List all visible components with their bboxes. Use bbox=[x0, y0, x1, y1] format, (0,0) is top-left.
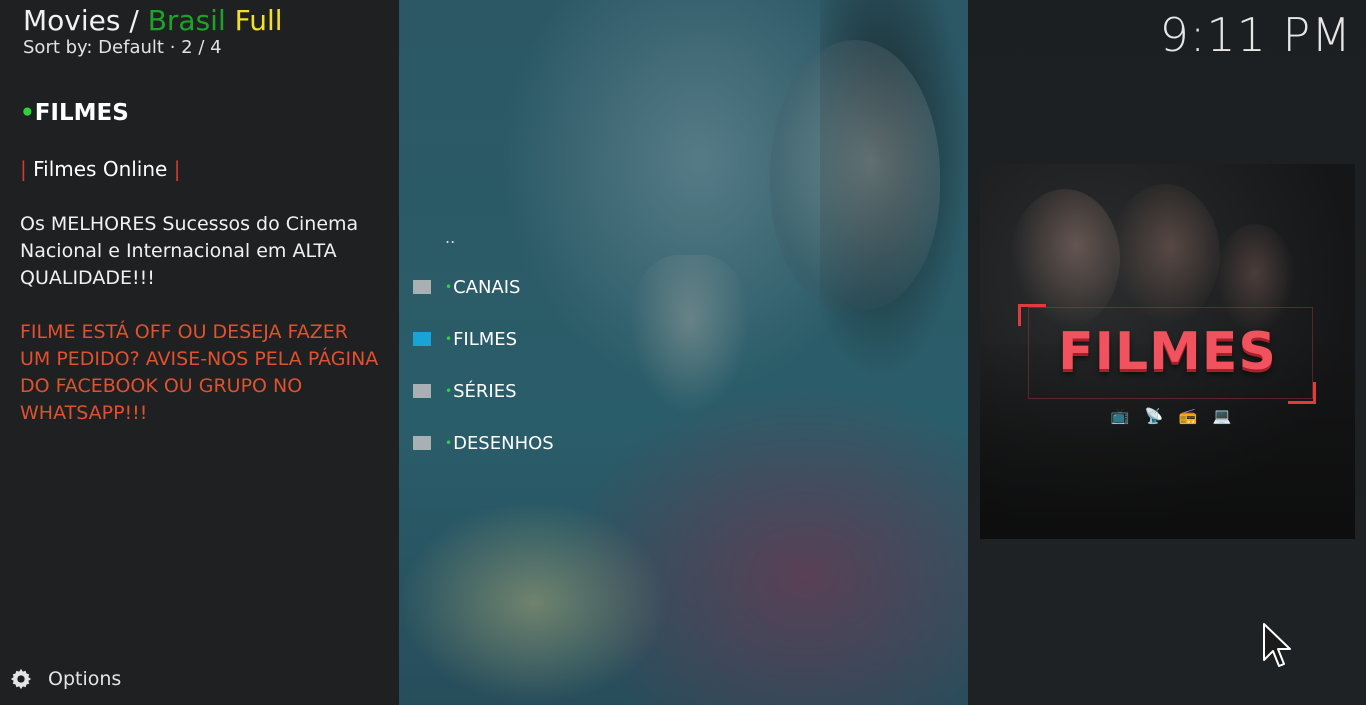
folder-icon bbox=[413, 384, 431, 398]
folder-icon bbox=[413, 332, 431, 346]
info-title: •FILMES bbox=[20, 100, 129, 126]
sort-label: Sort by: Default bbox=[23, 37, 164, 58]
poster-icons: 📺 📡 📻 💻 bbox=[1108, 407, 1234, 425]
breadcrumb-addon-brasil: Brasil bbox=[147, 4, 226, 37]
sort-status: Sort by: Default · 2 / 4 bbox=[23, 37, 222, 58]
bullet: • bbox=[20, 100, 35, 126]
poster-corner bbox=[1288, 382, 1316, 404]
list-item-label: CANAIS bbox=[453, 276, 521, 298]
laptop-icon: 💻 bbox=[1212, 407, 1232, 425]
tv-icon: 📺 bbox=[1110, 407, 1130, 425]
list-item-canais[interactable]: • CANAIS bbox=[413, 270, 520, 304]
gear-icon bbox=[10, 668, 32, 690]
poster-decoration bbox=[1110, 184, 1220, 324]
info-warning: FILME ESTÁ OFF OU DESEJA FAZER UM PEDIDO… bbox=[20, 321, 379, 424]
folder-icon bbox=[413, 436, 431, 450]
parent-folder-item[interactable]: .. bbox=[445, 228, 455, 247]
radio-icon: 📻 bbox=[1178, 407, 1198, 425]
bullet: • bbox=[445, 332, 453, 346]
info-description: Os MELHORES Sucessos do Cinema Nacional … bbox=[20, 213, 359, 289]
breadcrumb-addon-full: Full bbox=[234, 4, 283, 37]
breadcrumb: Movies / Brasil Full bbox=[23, 4, 283, 37]
list-item-label: FILMES bbox=[453, 328, 518, 350]
bullet: • bbox=[445, 280, 453, 294]
info-title-text: FILMES bbox=[34, 100, 129, 126]
list-item-series[interactable]: • SÉRIES bbox=[413, 374, 517, 408]
info-subtitle-text: Filmes Online bbox=[33, 157, 168, 181]
bullet: • bbox=[445, 436, 453, 450]
list-item-filmes[interactable]: • FILMES bbox=[413, 322, 517, 356]
options-button[interactable]: Options bbox=[10, 668, 121, 690]
fanart-decoration bbox=[399, 500, 669, 705]
info-subtitle: | Filmes Online | bbox=[20, 157, 180, 181]
list-item-desenhos[interactable]: • DESENHOS bbox=[413, 426, 554, 460]
folder-icon bbox=[413, 280, 431, 294]
separator: · bbox=[169, 37, 176, 58]
poster-title: FILMES bbox=[1058, 322, 1277, 382]
satellite-icon: 📡 bbox=[1144, 407, 1164, 425]
list-item-label: DESENHOS bbox=[453, 432, 554, 454]
options-label: Options bbox=[48, 668, 122, 690]
breadcrumb-section: Movies / bbox=[23, 4, 139, 37]
mouse-cursor-icon bbox=[1263, 623, 1291, 667]
clock: 9:11 PM bbox=[1159, 8, 1352, 62]
poster-thumbnail: FILMES 📺 📡 📻 💻 bbox=[980, 164, 1355, 539]
list-item-label: SÉRIES bbox=[453, 380, 517, 402]
fanart-decoration bbox=[770, 40, 940, 310]
item-position: 2 / 4 bbox=[181, 37, 222, 58]
subtitle-bar-left: | bbox=[20, 157, 27, 181]
bullet: • bbox=[445, 384, 453, 398]
subtitle-bar-right: | bbox=[173, 157, 181, 181]
